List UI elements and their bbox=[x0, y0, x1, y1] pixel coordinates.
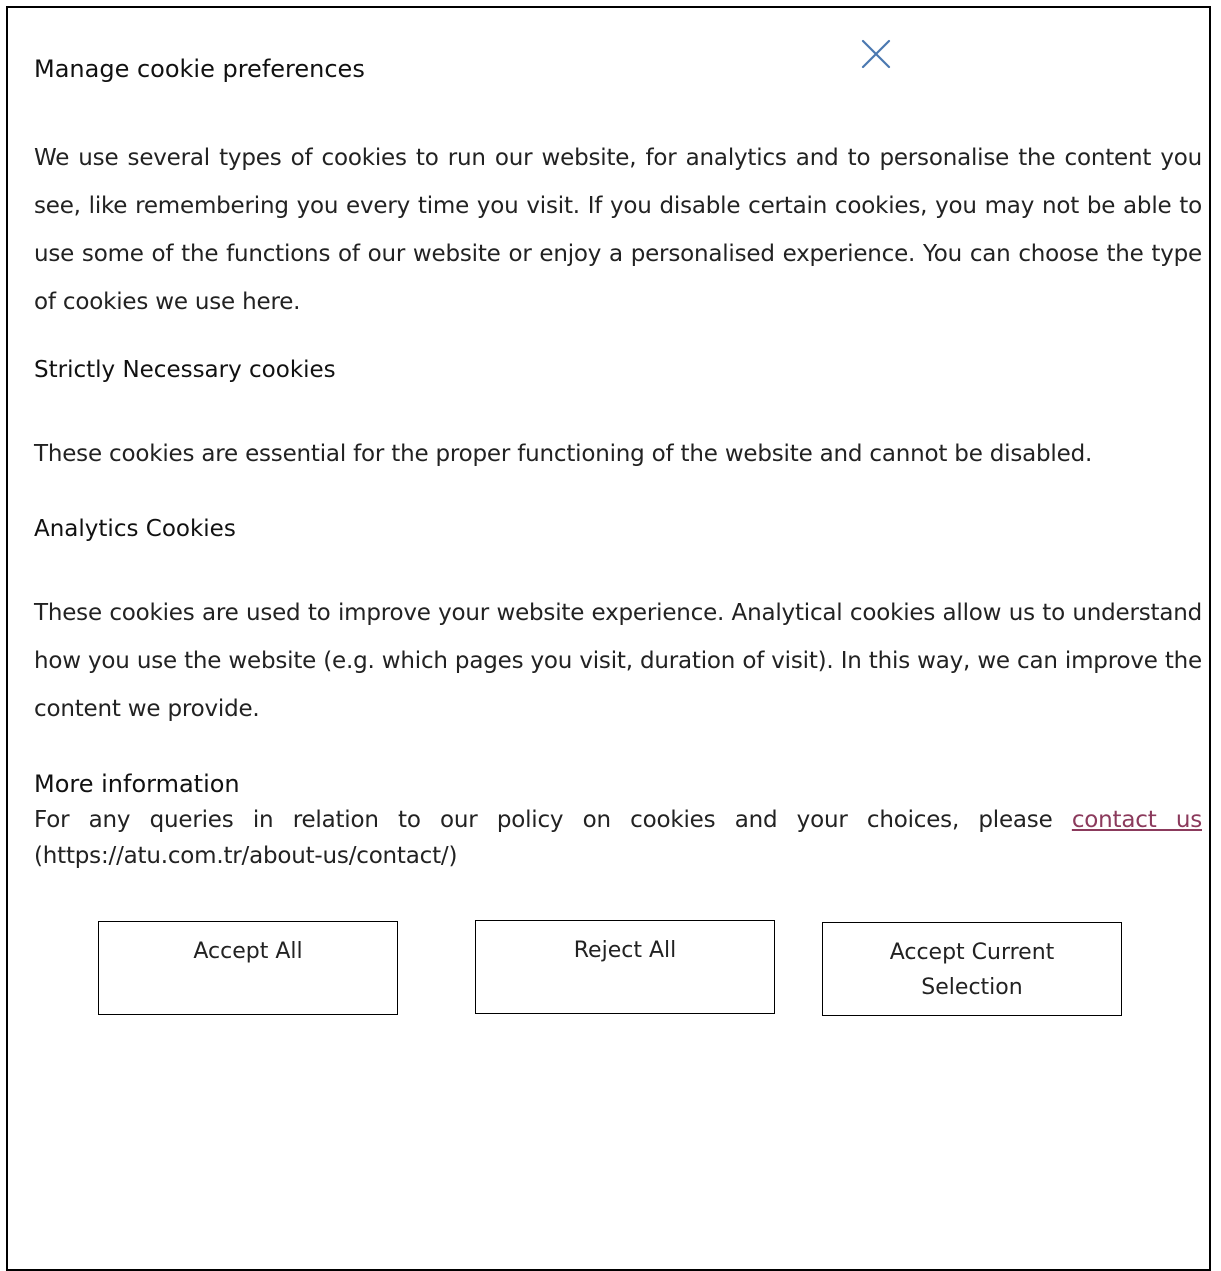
necessary-cookies-heading: Strictly Necessary cookies bbox=[34, 357, 336, 383]
close-icon bbox=[861, 39, 891, 69]
contact-us-link[interactable]: contact us bbox=[1072, 807, 1202, 833]
close-button[interactable] bbox=[858, 36, 894, 72]
contact-url-text: (https://atu.com.tr/about-us/contact/) bbox=[34, 843, 458, 869]
intro-text: We use several types of cookies to run o… bbox=[34, 145, 1202, 315]
analytics-cookies-text: These cookies are used to improve your w… bbox=[34, 600, 1202, 722]
cookie-preferences-dialog: Manage cookie preferences We use several… bbox=[6, 6, 1211, 1271]
analytics-cookies-heading: Analytics Cookies bbox=[34, 516, 236, 542]
more-information-prefix: For any queries in relation to our polic… bbox=[34, 807, 1072, 833]
reject-all-button[interactable]: Reject All bbox=[475, 920, 775, 1014]
accept-all-button[interactable]: Accept All bbox=[98, 921, 398, 1015]
dialog-title: Manage cookie preferences bbox=[34, 55, 365, 83]
more-information-text: For any queries in relation to our polic… bbox=[34, 802, 1202, 874]
accept-current-selection-button[interactable]: Accept Current Selection bbox=[822, 922, 1122, 1016]
more-information-heading: More information bbox=[34, 770, 240, 798]
necessary-cookies-text: These cookies are essential for the prop… bbox=[34, 441, 1093, 467]
